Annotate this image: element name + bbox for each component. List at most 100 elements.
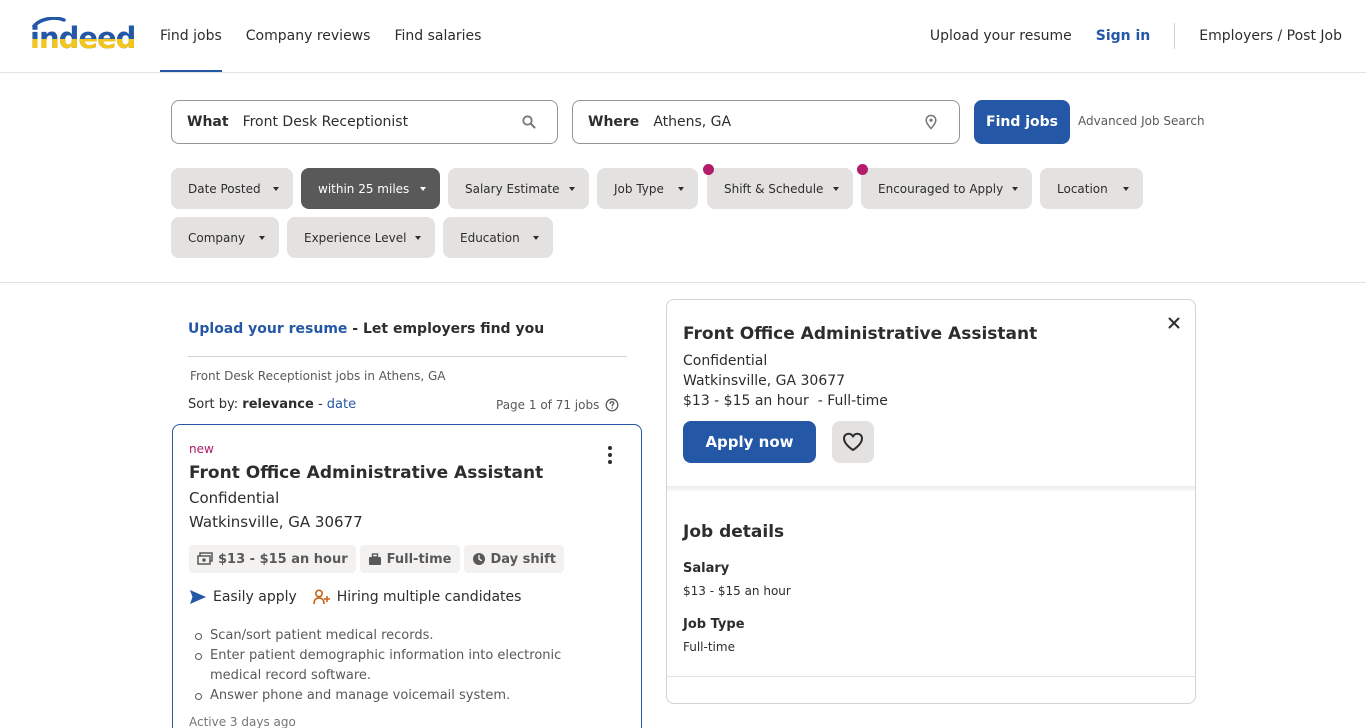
job-tags: $13 - $15 an hour Full-time Day shift bbox=[189, 545, 568, 573]
job-details-heading: Job details bbox=[683, 522, 785, 542]
job-attributes: Easily apply Hiring multiple candidates bbox=[189, 589, 537, 605]
more-options-icon[interactable] bbox=[603, 445, 617, 465]
salary-tag: $13 - $15 an hour bbox=[189, 545, 356, 573]
filter-label: Salary Estimate bbox=[465, 181, 560, 196]
filter-distance[interactable]: within 25 miles bbox=[301, 168, 440, 209]
hiring-multiple: Hiring multiple candidates bbox=[312, 589, 522, 605]
main-nav: Find jobs Company reviews Find salaries bbox=[160, 0, 505, 72]
filter-encouraged-to-apply[interactable]: Encouraged to Apply bbox=[857, 164, 1032, 209]
job-location: Watkinsville, GA 30677 bbox=[189, 513, 363, 531]
caret-down-icon bbox=[533, 236, 539, 240]
detail-company: Confidential bbox=[683, 353, 768, 369]
site-header: indeed indeed Find jobs Company reviews … bbox=[0, 0, 1366, 73]
filter-date-posted[interactable]: Date Posted bbox=[171, 168, 293, 209]
shift-tag: Day shift bbox=[463, 545, 564, 573]
where-label: Where bbox=[588, 114, 640, 130]
easily-apply-text: Easily apply bbox=[213, 589, 297, 605]
filter-education[interactable]: Education bbox=[443, 217, 553, 258]
job-title[interactable]: Front Office Administrative Assistant bbox=[189, 463, 543, 483]
new-badge: new bbox=[189, 442, 214, 456]
filter-label: within 25 miles bbox=[318, 181, 410, 196]
apply-now-button[interactable]: Apply now bbox=[683, 421, 816, 463]
filter-location[interactable]: Location bbox=[1040, 168, 1143, 209]
filter-job-type[interactable]: Job Type bbox=[597, 168, 698, 209]
detail-divider bbox=[667, 676, 1195, 677]
help-circle-icon[interactable] bbox=[605, 398, 619, 412]
filter-selected-dot bbox=[703, 164, 714, 175]
filter-label: Encouraged to Apply bbox=[878, 181, 1004, 196]
filter-experience-level[interactable]: Experience Level bbox=[287, 217, 435, 258]
job-card[interactable]: new Front Office Administrative Assistan… bbox=[172, 424, 642, 728]
page-count-text: Page 1 of 71 jobs bbox=[496, 398, 600, 412]
filter-label: Shift & Schedule bbox=[724, 181, 824, 196]
where-input[interactable] bbox=[653, 114, 914, 130]
detail-salary-type: $13 - $15 an hour - Full-time bbox=[683, 393, 888, 409]
sort-separator: - bbox=[313, 397, 327, 412]
clock-icon bbox=[472, 553, 485, 565]
filter-label: Date Posted bbox=[188, 181, 261, 196]
salary-value: $13 - $15 an hour bbox=[683, 584, 791, 598]
what-label: What bbox=[187, 114, 229, 130]
filter-label: Job Type bbox=[614, 181, 664, 196]
employers-link[interactable]: Employers / Post Job bbox=[1199, 28, 1342, 44]
upload-resume-promo-text: - Let employers find you bbox=[347, 321, 545, 337]
sort-by: Sort by: relevance - date bbox=[188, 397, 356, 412]
location-pin-icon bbox=[925, 114, 937, 130]
upload-resume-link[interactable]: Upload your resume bbox=[930, 28, 1072, 44]
active-date: Active 3 days ago bbox=[189, 715, 296, 728]
heart-icon bbox=[843, 432, 863, 451]
filter-company[interactable]: Company bbox=[171, 217, 279, 258]
close-icon[interactable] bbox=[1167, 316, 1181, 330]
sort-date-link[interactable]: date bbox=[327, 397, 356, 412]
snippet-item: Scan/sort patient medical records. bbox=[195, 626, 610, 646]
header-divider bbox=[1174, 23, 1176, 49]
caret-down-icon bbox=[273, 187, 279, 191]
caret-down-icon bbox=[415, 236, 421, 240]
find-jobs-button[interactable]: Find jobs bbox=[974, 100, 1070, 144]
money-icon bbox=[197, 552, 213, 565]
nav-find-salaries[interactable]: Find salaries bbox=[394, 0, 481, 72]
job-type-value: Full-time bbox=[683, 640, 735, 654]
filter-label: Education bbox=[460, 230, 520, 245]
briefcase-icon bbox=[368, 552, 381, 565]
job-detail-panel: Front Office Administrative Assistant Co… bbox=[666, 299, 1196, 704]
salary-tag-text: $13 - $15 an hour bbox=[218, 551, 348, 567]
caret-down-icon bbox=[569, 187, 575, 191]
header-actions: Upload your resume Sign in Employers / P… bbox=[930, 0, 1342, 72]
filter-label: Location bbox=[1057, 181, 1108, 196]
salary-label: Salary bbox=[683, 561, 730, 576]
filters-divider bbox=[0, 282, 1366, 283]
filter-shift-schedule[interactable]: Shift & Schedule bbox=[703, 164, 853, 209]
caret-down-icon bbox=[833, 187, 839, 191]
filter-label: Company bbox=[188, 230, 246, 245]
job-type-label: Job Type bbox=[683, 617, 745, 632]
promo-divider bbox=[188, 356, 627, 357]
caret-down-icon bbox=[420, 187, 426, 191]
upload-resume-promo-link[interactable]: Upload your resume bbox=[188, 321, 347, 337]
detail-location: Watkinsville, GA 30677 bbox=[683, 373, 846, 389]
indeed-logo[interactable]: indeed indeed bbox=[28, 17, 134, 53]
nav-find-jobs[interactable]: Find jobs bbox=[160, 0, 222, 72]
where-search-box[interactable]: Where bbox=[572, 100, 960, 144]
nav-company-reviews[interactable]: Company reviews bbox=[246, 0, 371, 72]
easily-apply: Easily apply bbox=[189, 589, 297, 605]
what-search-box[interactable]: What bbox=[171, 100, 558, 144]
sort-relevance: relevance bbox=[242, 397, 314, 412]
save-job-button[interactable] bbox=[832, 421, 874, 463]
what-input[interactable] bbox=[242, 114, 503, 130]
sign-in-link[interactable]: Sign in bbox=[1096, 28, 1151, 44]
job-snippet-list: Scan/sort patient medical records. Enter… bbox=[195, 626, 610, 706]
company-name: Confidential bbox=[189, 489, 280, 507]
hiring-multiple-text: Hiring multiple candidates bbox=[336, 589, 522, 605]
job-type-tag-text: Full-time bbox=[386, 551, 452, 567]
filter-salary-estimate[interactable]: Salary Estimate bbox=[448, 168, 589, 209]
upload-resume-promo: Upload your resume - Let employers find … bbox=[188, 321, 544, 337]
search-icon bbox=[522, 115, 536, 129]
snippet-item: Enter patient demographic information in… bbox=[195, 646, 610, 686]
advanced-search-link[interactable]: Advanced Job Search bbox=[1078, 114, 1205, 128]
detail-job-title: Front Office Administrative Assistant bbox=[683, 324, 1038, 344]
caret-down-icon bbox=[259, 236, 265, 240]
caret-down-icon bbox=[678, 187, 684, 191]
page-count: Page 1 of 71 jobs bbox=[496, 398, 619, 412]
add-person-icon bbox=[312, 589, 330, 605]
